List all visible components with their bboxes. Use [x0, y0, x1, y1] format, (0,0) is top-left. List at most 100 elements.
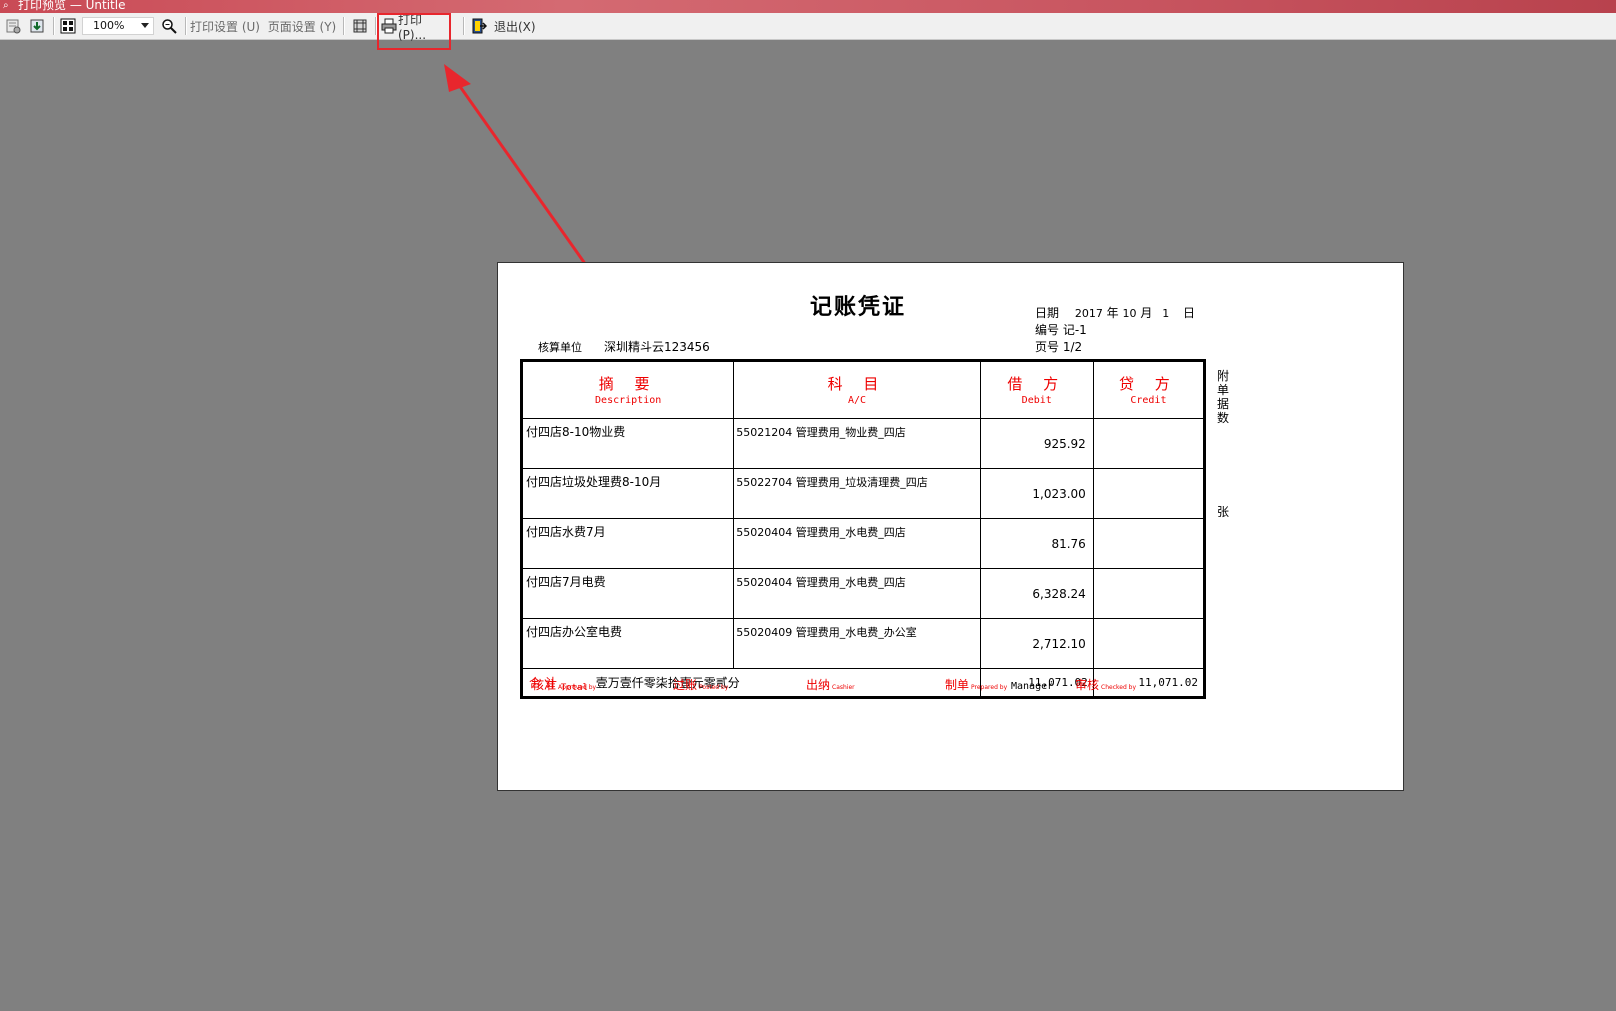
row-credit: [1092, 618, 1206, 669]
signature-en: Cashier: [832, 684, 855, 691]
voucher-title: 记账凭证: [810, 294, 907, 320]
col-debit-zh: 借 方: [1007, 374, 1067, 393]
signature-zh: 过账: [673, 678, 698, 692]
col-account-en: A/C: [847, 394, 866, 406]
row-account: 55020404 管理费用_水电费_四店: [733, 568, 981, 619]
signature-en: Posted by: [699, 684, 729, 691]
zoom-magnifier-icon: [160, 17, 178, 35]
toolbar-separator: [53, 17, 55, 35]
grid-icon: [59, 17, 77, 35]
signature-checked: 审核 Checked by: [1075, 676, 1136, 693]
row-description: 付四店7月电费: [520, 568, 735, 619]
print-setup-button[interactable]: 打印设置 (U): [190, 16, 260, 36]
row-credit: [1092, 568, 1206, 619]
page-setup-tool-button[interactable]: [3, 16, 23, 36]
frame-button[interactable]: [350, 16, 370, 36]
signature-en: Prepared by: [971, 684, 1008, 691]
number-label: 编号: [1035, 323, 1060, 337]
row-credit: [1092, 418, 1206, 469]
row-account: 55021204 管理费用_物业费_四店: [733, 418, 981, 469]
magnifier-icon: ⌕: [3, 0, 9, 11]
number-line: 编号 记-1: [1035, 321, 1087, 338]
attachment-label: 附 单 据 数: [1217, 369, 1229, 425]
day-char: 日: [1183, 306, 1196, 320]
export-button[interactable]: [26, 16, 48, 36]
page-label: 页号: [1035, 340, 1060, 354]
attachment-char: 附: [1217, 369, 1230, 383]
table-row: 付四店7月电费 55020404 管理费用_水电费_四店 6,328.24: [520, 568, 1206, 619]
row-description: 付四店办公室电费: [520, 618, 735, 669]
signature-who: Manager: [1010, 681, 1054, 692]
signature-posted: 过账 Posted by: [673, 676, 728, 693]
col-description: 摘 要 Description: [520, 360, 735, 419]
signature-en: Approved by: [558, 684, 597, 691]
col-description-zh: 摘 要: [598, 374, 658, 393]
row-account: 55020404 管理费用_水电费_四店: [733, 518, 981, 569]
row-account: 55022704 管理费用_垃圾清理费_四店: [733, 468, 981, 519]
row-debit: 6,328.24: [979, 568, 1094, 619]
window-title: 打印预览 — Untitle: [18, 0, 126, 12]
table-row: 付四店垃圾处理费8-10月 55022704 管理费用_垃圾清理费_四店 1,0…: [520, 468, 1206, 519]
col-account-zh: 科 目: [827, 374, 887, 393]
zoom-select[interactable]: 100%: [82, 17, 154, 35]
row-account: 55020409 管理费用_水电费_办公室: [733, 618, 981, 669]
signature-cashier: 出纳 Cashier: [806, 676, 855, 693]
col-debit-en: Debit: [1021, 394, 1052, 406]
month-char: 月: [1140, 306, 1153, 320]
date-label: 日期: [1035, 306, 1060, 320]
window-titlebar: ⌕ 打印预览 — Untitle: [0, 0, 1616, 13]
unit-label: 核算单位: [538, 341, 582, 354]
exit-button[interactable]: 退出(X): [470, 16, 540, 36]
row-debit: 925.92: [979, 418, 1094, 469]
page-value: 1/2: [1062, 340, 1083, 354]
date-year: 2017: [1074, 307, 1103, 320]
signature-zh: 制单: [945, 678, 970, 692]
save-down-icon: [28, 17, 46, 35]
row-description: 付四店8-10物业费: [520, 418, 735, 469]
year-char: 年: [1106, 306, 1119, 320]
table-row: 付四店水费7月 55020404 管理费用_水电费_四店 81.76: [520, 518, 1206, 569]
table-header-row: 摘 要 Description 科 目 A/C 借 方 Debit 贷 方 Cr…: [520, 360, 1206, 419]
chevron-down-icon: [141, 23, 149, 28]
col-credit-zh: 贷 方: [1119, 374, 1178, 393]
page-number-line: 页号 1/2: [1035, 338, 1082, 355]
col-account: 科 目 A/C: [733, 360, 981, 419]
toolbar-separator: [343, 17, 345, 35]
signature-zh: 审核: [1075, 678, 1100, 692]
signature-approved: 核准 Approved by: [532, 676, 596, 693]
page-gear-icon: [4, 17, 22, 35]
toolbar: 100% 打印设置 (U) 页面设置 (Y) 打印(P)... 退出(X): [0, 13, 1616, 42]
row-description: 付四店垃圾处理费8-10月: [520, 468, 735, 519]
attachment-char: 据: [1217, 397, 1230, 411]
signature-en: Checked by: [1101, 684, 1137, 691]
date-day: 1: [1162, 307, 1170, 320]
toolbar-separator: [185, 17, 187, 35]
row-debit: 2,712.10: [979, 618, 1094, 669]
print-preview-page: 记账凭证 日期 2017 年 10 月 1 日 编号 记-1 页号 1/2 核算…: [497, 262, 1404, 791]
col-credit-en: Credit: [1130, 394, 1167, 406]
row-description: 付四店水费7月: [520, 518, 735, 569]
row-debit: 1,023.00: [979, 468, 1094, 519]
voucher-table: 摘 要 Description 科 目 A/C 借 方 Debit 贷 方 Cr…: [520, 359, 1206, 699]
page-setup-button[interactable]: 页面设置 (Y): [267, 16, 337, 36]
unit-value: 深圳精斗云123456: [604, 340, 710, 354]
print-button-highlight: [377, 13, 451, 50]
signature-zh: 出纳: [806, 678, 831, 692]
signature-zh: 核准: [532, 678, 557, 692]
zoom-value: 100%: [93, 19, 125, 32]
row-credit: [1092, 468, 1206, 519]
row-debit: 81.76: [979, 518, 1094, 569]
row-credit: [1092, 518, 1206, 569]
date-month: 10: [1122, 307, 1137, 320]
col-credit: 贷 方 Credit: [1092, 360, 1206, 419]
zoom-button[interactable]: [158, 16, 180, 36]
date-line: 日期 2017 年 10 月 1 日: [1035, 304, 1195, 321]
attachment-char: 单: [1217, 383, 1230, 397]
multi-page-button[interactable]: [58, 16, 78, 36]
table-row: 付四店办公室电费 55020409 管理费用_水电费_办公室 2,712.10: [520, 618, 1206, 669]
table-row: 付四店8-10物业费 55021204 管理费用_物业费_四店 925.92: [520, 418, 1206, 469]
exit-button-label: 退出(X): [494, 19, 536, 34]
col-description-en: Description: [595, 394, 662, 406]
number-value: 记-1: [1062, 323, 1087, 337]
exit-door-icon: [470, 17, 488, 35]
